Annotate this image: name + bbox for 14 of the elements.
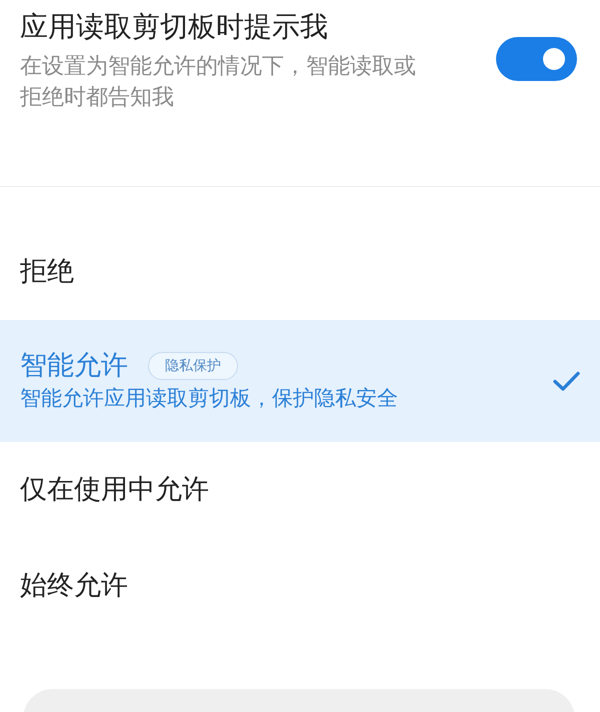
toggle-switch[interactable]	[496, 37, 577, 81]
option-label: 拒绝	[20, 255, 74, 289]
option-label: 始终允许	[20, 569, 128, 603]
option-label: 仅在使用中允许	[20, 473, 209, 507]
option-tag: 隐私保护	[148, 352, 238, 380]
option-label: 智能允许	[20, 349, 128, 383]
setting-title: 应用读取剪切板时提示我	[20, 10, 329, 44]
check-icon	[553, 370, 580, 392]
option-row[interactable]: 智能允许 隐私保护 智能允许应用读取剪切板，保护隐私安全	[0, 320, 600, 442]
option-description: 智能允许应用读取剪切板，保护隐私安全	[20, 385, 398, 412]
option-row[interactable]: 拒绝	[0, 224, 600, 320]
option-row[interactable]: 仅在使用中允许	[0, 442, 600, 538]
setting-description: 在设置为智能允许的情况下，智能读取或拒绝时都告知我	[20, 53, 417, 112]
option-row[interactable]: 始终允许	[0, 538, 600, 634]
